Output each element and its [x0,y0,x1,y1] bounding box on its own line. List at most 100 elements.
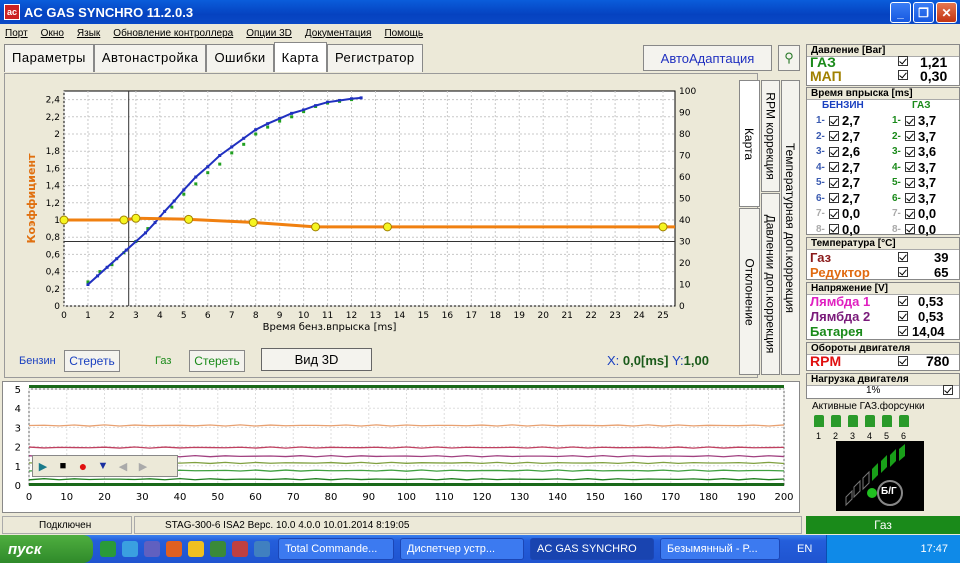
stop-icon[interactable]: ■ [53,456,73,476]
view-3d-button[interactable]: Вид 3D [261,348,372,371]
recorder-x-tick-label: 0 [26,492,32,503]
map-chart[interactable]: 0 1 2 3 4 5 6 7 8 9 10 11 12 13 14 15 16 17 18 19 20 21 22 23 24… [12,78,700,346]
start-button[interactable]: пуск [0,535,93,563]
load-check[interactable] [940,385,956,395]
injection-row-benzin[interactable]: 3- 2,6 [816,144,860,159]
y-tick-label: 2 [54,130,60,140]
injection-row-gas[interactable]: 1- 3,7 [892,113,936,128]
injection-row-benzin[interactable]: 2- 2,7 [816,129,860,144]
minimize-button[interactable]: _ [890,2,911,23]
next-icon[interactable]: ▶ [133,456,153,476]
y-tick-label: 2,2 [46,113,60,123]
device-info: STAG-300-6 ISA2 Верс. 10.0 4.0.0 10.01.2… [134,516,802,534]
down-icon[interactable]: ▼ [93,456,113,476]
x-tick-label: 11 [322,311,333,321]
lambda2-check[interactable] [895,311,911,321]
injection-row-gas[interactable]: 8- 0,0 [892,222,936,237]
menu-language[interactable]: Язык [77,28,100,39]
quicklaunch-icon-1[interactable] [100,541,116,557]
vtab-temp-correction[interactable]: Температурная доп.коррекция [781,80,800,375]
clear-gas-button[interactable]: Стереть [189,350,245,372]
y2-tick-label: 20 [679,259,691,269]
menu-window[interactable]: Окно [41,28,64,39]
tab-errors[interactable]: Ошибки [206,44,274,72]
window-title: AC GAS SYNCHRO 11.2.0.3 [24,4,194,20]
injection-row-benzin[interactable]: 1- 2,7 [816,113,860,128]
tab-map[interactable]: Карта [273,42,327,72]
recorder-y-tick-label: 5 [15,385,21,396]
injection-row-gas[interactable]: 7- 0,0 [892,206,936,221]
coefficient-marker [248,217,258,227]
temp-gas-check[interactable] [895,252,911,262]
language-indicator[interactable]: EN [797,543,812,555]
injection-row-gas[interactable]: 3- 3,6 [892,144,936,159]
coord-x-label: X: [607,353,620,368]
quicklaunch-icon-4[interactable] [166,541,182,557]
vtab-pressure-correction[interactable]: Давлении доп.коррекция [761,193,780,375]
y-tick-label: 1 [54,216,60,226]
skype-icon[interactable] [122,541,138,557]
taskbar-device-manager[interactable]: Диспетчер устр... [400,538,524,560]
close-button[interactable]: ✕ [936,2,957,23]
quicklaunch-icon-5[interactable] [188,541,204,557]
y2-tick-label: 80 [679,130,691,140]
y-tick-label: 0 [54,302,60,312]
rpm-value: 780 [926,353,950,369]
quicklaunch-icon-6[interactable] [210,541,226,557]
legend-gas: Газ [155,355,172,367]
injection-row-benzin[interactable]: 5- 2,7 [816,175,860,190]
taskbar-total-commander[interactable]: Total Commande... [278,538,394,560]
recorder-y-tick-label: 3 [15,423,21,434]
clear-benzin-button[interactable]: Стереть [64,350,120,372]
tab-parameters[interactable]: Параметры [4,44,94,72]
injection-row-benzin[interactable]: 6- 2,7 [816,191,860,206]
x-tick-label: 22 [585,311,596,321]
quicklaunch-icon-3[interactable] [144,541,160,557]
rpm-check[interactable] [895,356,911,366]
play-icon[interactable]: ▶ [33,456,53,476]
menu-port[interactable]: Порт [5,28,28,39]
y-tick-label: 2,4 [46,96,61,106]
vtab-map[interactable]: Карта [739,80,760,207]
x-tick-label: 10 [298,311,310,321]
prev-icon[interactable]: ◀ [113,456,133,476]
injection-row-benzin[interactable]: 4- 2,7 [816,160,860,175]
maximize-button[interactable]: ❐ [913,2,934,23]
gas-pressure-check[interactable] [895,56,911,66]
taskbar-paint[interactable]: Безымянный - P... [660,538,780,560]
injection-row-benzin[interactable]: 7- 0,0 [816,206,860,221]
injection-row-gas[interactable]: 6- 3,7 [892,191,936,206]
lambda1-check[interactable] [895,296,911,306]
recorder-chart[interactable]: 0 10 20 30 40 50 60 70 80 90 100 110 120 130 140 150 160… [4,382,799,510]
y-tick-label: 0,6 [46,250,61,260]
injector-icon [831,415,841,427]
vtab-rpm-correction[interactable]: RPM коррекция [761,80,780,192]
injection-row-gas[interactable]: 2- 3,7 [892,129,936,144]
y-tick-label: 1,2 [46,199,60,209]
tab-autotune[interactable]: Автонастройка [93,44,207,72]
tab-recorder[interactable]: Регистратор [326,44,423,72]
battery-check[interactable] [895,326,911,336]
record-icon[interactable]: ● [73,456,93,476]
menu-help[interactable]: Помощь [384,28,423,39]
lambda2-value: 0,53 [918,309,944,324]
taskbar-ac-gas-synchro[interactable]: AC GAS SYNCHRO [530,538,654,560]
temp-reducer-check[interactable] [895,267,911,277]
menu-update[interactable]: Обновление контроллера [113,28,233,39]
recorder-x-tick-label: 140 [548,492,567,503]
x-tick-label: 19 [514,311,526,321]
quicklaunch-icon-7[interactable] [232,541,248,557]
injection-row-gas[interactable]: 4- 3,7 [892,160,936,175]
menu-docs[interactable]: Документация [305,28,372,39]
recorder-y-tick-label: 4 [15,404,21,415]
map-pressure-check[interactable] [895,70,911,80]
injection-row-benzin[interactable]: 8- 0,0 [816,222,860,237]
injection-row-gas[interactable]: 5- 3,7 [892,175,936,190]
quicklaunch-icon-8[interactable] [254,541,270,557]
pin-icon[interactable]: ⚲ [778,45,800,71]
y2-tick-label: 10 [679,281,691,291]
vtab-deviation[interactable]: Отклонение [739,208,760,375]
autoadapt-button[interactable]: АвтоАдаптация [643,45,772,71]
menu-3d-options[interactable]: Опции 3D [246,28,292,39]
recorder-bottom-bar [29,483,784,486]
